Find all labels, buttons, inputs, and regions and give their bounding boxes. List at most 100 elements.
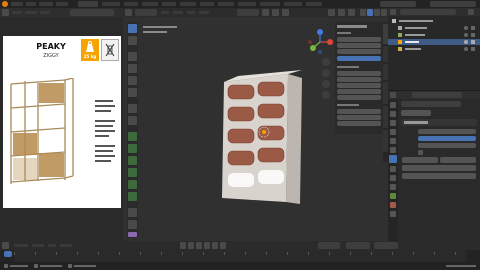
modifier-field[interactable] — [418, 129, 476, 134]
jump-start-icon[interactable] — [180, 242, 186, 249]
header-menu[interactable] — [25, 11, 37, 14]
snap-icon[interactable] — [272, 9, 279, 16]
physics-tab-icon[interactable] — [390, 175, 396, 181]
shading-solid-icon[interactable] — [367, 9, 373, 16]
outliner-search-field[interactable] — [400, 9, 456, 15]
move-tool-icon[interactable] — [128, 52, 137, 61]
next-key-icon[interactable] — [212, 242, 218, 249]
modifier-button[interactable] — [440, 157, 476, 163]
texture-tab-icon[interactable] — [390, 211, 396, 217]
render-tab-icon[interactable] — [390, 111, 396, 117]
data-tab-icon[interactable] — [390, 193, 396, 199]
spin-tool-icon[interactable] — [128, 220, 137, 229]
knife-tool-icon[interactable] — [128, 192, 137, 201]
menu-placeholder-1[interactable] — [11, 2, 23, 6]
jump-end-icon[interactable] — [220, 242, 226, 249]
cabinet-3d-model[interactable] — [218, 70, 308, 210]
timeline-ruler[interactable] — [0, 250, 480, 262]
add-cube-tool-icon[interactable] — [128, 132, 137, 141]
add-modifier-button[interactable] — [401, 110, 431, 116]
blender-logo-icon[interactable] — [2, 1, 8, 7]
material-tab-icon[interactable] — [390, 202, 396, 208]
tool-tab-icon[interactable] — [390, 102, 396, 108]
outliner-row[interactable] — [390, 32, 478, 38]
modifier-checkbox[interactable] — [418, 150, 423, 155]
location-x-field[interactable] — [337, 37, 381, 42]
cursor-tool-icon[interactable] — [128, 36, 137, 45]
scene-selector[interactable] — [380, 1, 416, 7]
active-workspace-tab[interactable] — [78, 1, 98, 7]
workspace-tab[interactable] — [260, 2, 280, 6]
shear-tool-icon[interactable] — [128, 232, 137, 237]
extrude-tool-icon[interactable] — [128, 144, 137, 153]
rotate-tool-icon[interactable] — [128, 64, 137, 73]
pivot-icon[interactable] — [262, 9, 269, 16]
transform-orientation[interactable] — [237, 9, 259, 16]
property-field[interactable] — [337, 121, 381, 126]
property-field[interactable] — [337, 109, 381, 114]
mode-selector[interactable] — [135, 9, 157, 16]
header-menu[interactable] — [173, 11, 183, 14]
modifier-button[interactable] — [402, 157, 438, 163]
header-menu[interactable] — [40, 11, 50, 14]
workspace-tab[interactable] — [200, 2, 214, 6]
modifier-button[interactable] — [402, 165, 476, 171]
loopcut-tool-icon[interactable] — [128, 180, 137, 189]
camera-icon[interactable] — [322, 80, 330, 88]
editor-type-icon[interactable] — [390, 9, 396, 15]
keying-menu[interactable] — [32, 244, 44, 247]
modifier-field[interactable] — [418, 143, 476, 148]
inset-tool-icon[interactable] — [128, 156, 137, 165]
property-field[interactable] — [337, 89, 381, 94]
modifier-tab-icon[interactable] — [389, 155, 397, 163]
image-browse-field[interactable] — [70, 9, 114, 16]
outliner-row[interactable] — [390, 25, 478, 31]
modifier-button[interactable] — [402, 173, 476, 179]
editor-type-icon[interactable] — [125, 9, 132, 16]
view-layer-selector[interactable] — [430, 1, 476, 7]
shading-wire-icon[interactable] — [360, 9, 366, 16]
marker-menu[interactable] — [60, 244, 72, 247]
play-icon[interactable] — [204, 242, 210, 249]
output-tab-icon[interactable] — [390, 120, 396, 126]
measure-tool-icon[interactable] — [128, 116, 137, 125]
bevel-tool-icon[interactable] — [128, 168, 137, 177]
visibility-icon[interactable] — [328, 9, 335, 16]
gizmo-toggle-icon[interactable] — [338, 9, 345, 16]
outliner-row[interactable] — [390, 46, 478, 52]
end-frame-field[interactable] — [374, 242, 398, 249]
header-menu[interactable] — [199, 11, 209, 14]
proportional-icon[interactable] — [282, 9, 289, 16]
location-z-field[interactable] — [337, 49, 381, 54]
overlay-toggle-icon[interactable] — [348, 9, 355, 16]
menu-placeholder-3[interactable] — [39, 2, 53, 6]
workspace-tab[interactable] — [180, 2, 196, 6]
header-menu[interactable] — [187, 11, 195, 14]
transform-section-header[interactable] — [337, 25, 367, 28]
annotate-tool-icon[interactable] — [128, 104, 137, 113]
prev-key-icon[interactable] — [188, 242, 194, 249]
constraints-tab-icon[interactable] — [390, 184, 396, 190]
object-tab-icon[interactable] — [390, 147, 396, 153]
property-field[interactable] — [337, 71, 381, 76]
scene-tab-icon[interactable] — [390, 129, 396, 135]
select-tool-icon[interactable] — [128, 24, 137, 33]
zoom-icon[interactable] — [322, 58, 330, 66]
modifier-header[interactable] — [401, 119, 477, 126]
workspace-tab[interactable] — [218, 2, 234, 6]
workspace-tab[interactable] — [238, 2, 256, 6]
modifier-field[interactable] — [418, 136, 476, 141]
menu-placeholder-2[interactable] — [26, 2, 36, 6]
filter-icon[interactable] — [468, 9, 474, 15]
shading-render-icon[interactable] — [381, 9, 387, 16]
shading-material-icon[interactable] — [374, 9, 380, 16]
property-field[interactable] — [337, 83, 381, 88]
workspace-tab[interactable] — [102, 2, 120, 6]
editor-type-icon[interactable] — [390, 92, 396, 98]
playback-menu[interactable] — [14, 244, 28, 247]
location-y-field[interactable] — [337, 43, 381, 48]
world-tab-icon[interactable] — [390, 138, 396, 144]
current-frame-indicator[interactable] — [4, 251, 12, 257]
property-field[interactable] — [337, 95, 381, 100]
current-frame-field[interactable] — [318, 242, 340, 249]
